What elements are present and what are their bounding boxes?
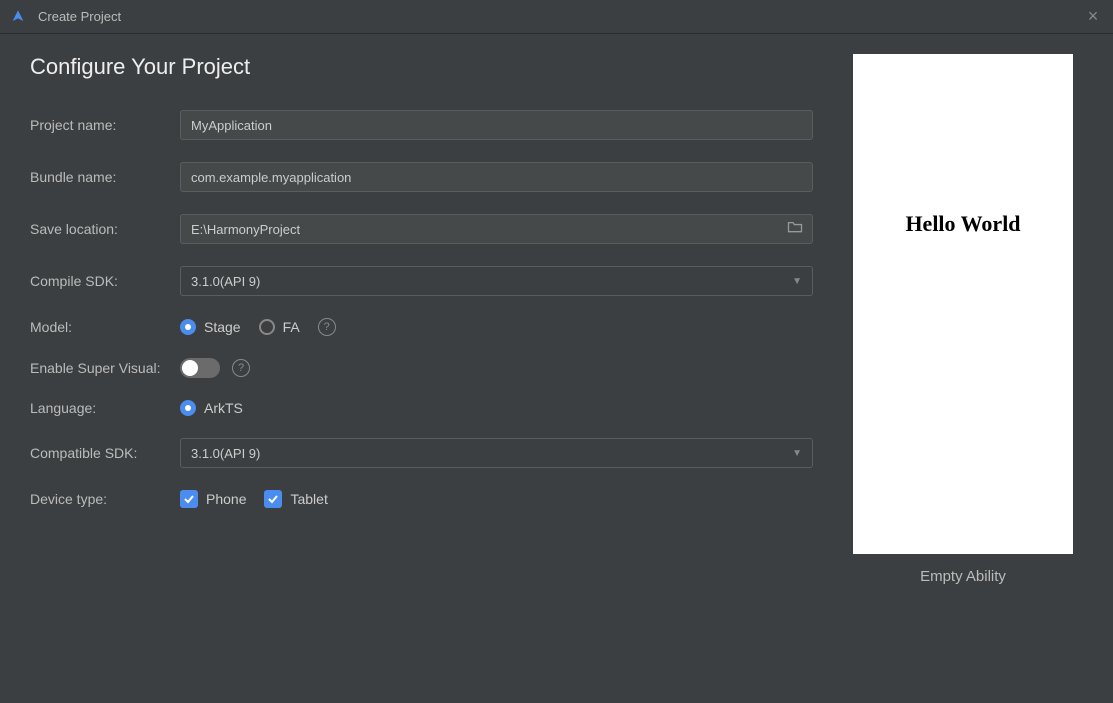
- checkbox-tablet[interactable]: Tablet: [264, 490, 327, 508]
- label-model: Model:: [30, 319, 180, 335]
- compatible-sdk-select[interactable]: 3.1.0(API 9) ▼: [180, 438, 813, 468]
- titlebar: Create Project ×: [0, 0, 1113, 34]
- row-compile-sdk: Compile SDK: 3.1.0(API 9) ▼: [30, 266, 813, 296]
- form-panel: Configure Your Project Project name: Bun…: [30, 54, 843, 683]
- preview-panel: Hello World Empty Ability: [843, 54, 1083, 683]
- radio-icon: [259, 319, 275, 335]
- preview-caption: Empty Ability: [920, 568, 1006, 585]
- checkbox-label-tablet: Tablet: [290, 491, 327, 507]
- label-project-name: Project name:: [30, 117, 180, 133]
- page-title: Configure Your Project: [30, 54, 813, 80]
- label-bundle-name: Bundle name:: [30, 169, 180, 185]
- row-save-location: Save location:: [30, 214, 813, 244]
- row-bundle-name: Bundle name:: [30, 162, 813, 192]
- row-device-type: Device type: Phone Tablet: [30, 490, 813, 508]
- project-name-input[interactable]: [180, 110, 813, 140]
- close-icon[interactable]: ×: [1083, 6, 1103, 27]
- row-compatible-sdk: Compatible SDK: 3.1.0(API 9) ▼: [30, 438, 813, 468]
- content-area: Configure Your Project Project name: Bun…: [0, 34, 1113, 703]
- label-compile-sdk: Compile SDK:: [30, 273, 180, 289]
- chevron-down-icon: ▼: [792, 276, 802, 287]
- compatible-sdk-value: 3.1.0(API 9): [191, 446, 260, 461]
- radio-language-arkts[interactable]: ArkTS: [180, 400, 243, 416]
- row-super-visual: Enable Super Visual: ?: [30, 358, 813, 378]
- device-preview: Hello World: [853, 54, 1073, 554]
- row-model: Model: Stage FA ?: [30, 318, 813, 336]
- radio-icon: [180, 400, 196, 416]
- row-project-name: Project name:: [30, 110, 813, 140]
- checkbox-checked-icon: [264, 490, 282, 508]
- save-location-input[interactable]: [180, 214, 813, 244]
- checkbox-checked-icon: [180, 490, 198, 508]
- help-icon[interactable]: ?: [232, 359, 250, 377]
- app-logo-icon: [10, 8, 28, 26]
- compile-sdk-select[interactable]: 3.1.0(API 9) ▼: [180, 266, 813, 296]
- radio-label-stage: Stage: [204, 319, 241, 335]
- checkbox-label-phone: Phone: [206, 491, 246, 507]
- label-super-visual: Enable Super Visual:: [30, 360, 180, 376]
- radio-model-stage[interactable]: Stage: [180, 319, 241, 335]
- chevron-down-icon: ▼: [792, 448, 802, 459]
- window-title: Create Project: [38, 9, 1083, 24]
- compile-sdk-value: 3.1.0(API 9): [191, 274, 260, 289]
- label-compatible-sdk: Compatible SDK:: [30, 445, 180, 461]
- radio-label-arkts: ArkTS: [204, 400, 243, 416]
- label-save-location: Save location:: [30, 221, 180, 237]
- preview-content-text: Hello World: [905, 211, 1020, 237]
- radio-label-fa: FA: [283, 319, 300, 335]
- row-language: Language: ArkTS: [30, 400, 813, 416]
- radio-icon: [180, 319, 196, 335]
- folder-browse-icon[interactable]: [787, 220, 803, 238]
- checkbox-phone[interactable]: Phone: [180, 490, 246, 508]
- super-visual-toggle[interactable]: [180, 358, 220, 378]
- bundle-name-input[interactable]: [180, 162, 813, 192]
- help-icon[interactable]: ?: [318, 318, 336, 336]
- radio-model-fa[interactable]: FA: [259, 319, 300, 335]
- label-device-type: Device type:: [30, 491, 180, 507]
- label-language: Language:: [30, 400, 180, 416]
